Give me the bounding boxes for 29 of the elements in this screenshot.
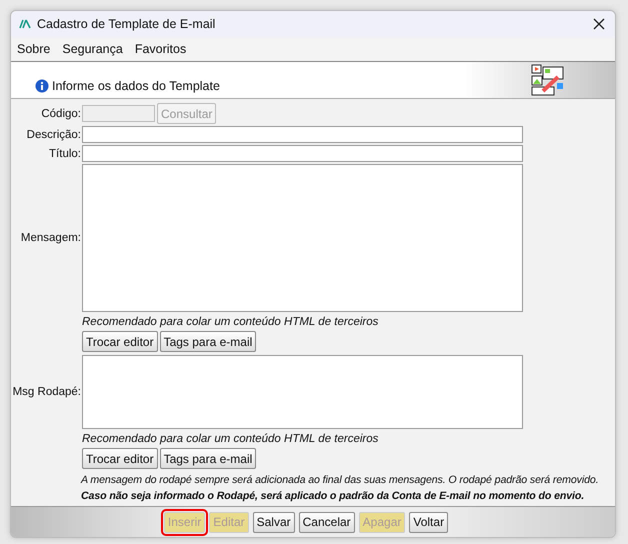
message-field[interactable] (82, 164, 523, 312)
info-icon (35, 79, 49, 93)
template-editor-icon (531, 64, 565, 96)
menu-item[interactable]: Segurança (62, 42, 123, 56)
note-text: A mensagem do rodapé sempre será adicionada ao final das suas mensagens. O rodapé padrão será removido. (81, 474, 600, 486)
editor-button[interactable]: Trocar editor (82, 331, 158, 352)
field-label: Título: (48, 148, 82, 160)
menu-item[interactable]: Favoritos (134, 42, 186, 56)
close-icon[interactable] (593, 18, 605, 30)
window-title: Cadastro de Template de E-mail (37, 17, 216, 31)
action-button[interactable]: Cancelar (298, 512, 355, 532)
field-label: Mensagem: (20, 232, 82, 244)
editor-button[interactable]: Tags para e-mail (160, 448, 256, 469)
editor-button[interactable]: Tags para e-mail (160, 331, 256, 352)
footer-message-field[interactable] (82, 355, 523, 429)
menu-item[interactable]: Sobre (17, 42, 50, 56)
field-label: Descrição: (26, 128, 82, 140)
editor-button[interactable]: Trocar editor (82, 448, 158, 469)
title-field[interactable] (82, 145, 523, 162)
hint-text: Recomendado para colar um conteúdo HTML de terceiros (82, 433, 380, 445)
header-text: Informe os dados do Template (52, 79, 220, 93)
action-button[interactable]: Salvar (252, 512, 295, 532)
action-button[interactable]: Voltar (409, 512, 448, 532)
field-label: Msg Rodapé: (12, 386, 82, 398)
description-field[interactable] (82, 126, 523, 143)
app-logo-icon (19, 19, 31, 29)
hint-text: Recomendado para colar um conteúdo HTML de terceiros (82, 316, 380, 328)
note-text: Caso não seja informado o Rodapé, será aplicado o padrão da Conta de E-mail no momento do envio. (81, 490, 586, 502)
field-label: Código: (40, 108, 82, 120)
